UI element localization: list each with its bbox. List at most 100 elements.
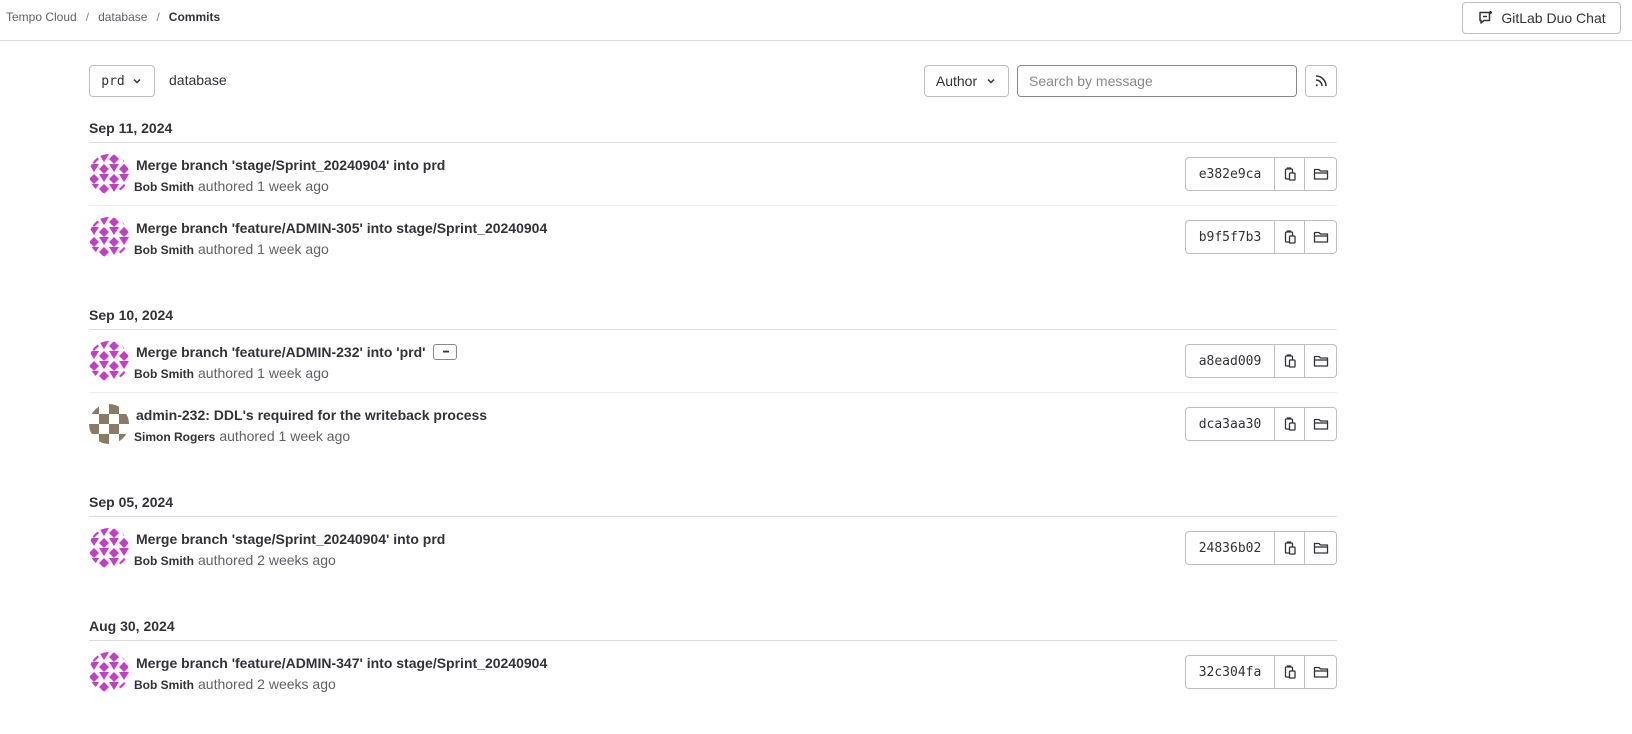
commit-date-header: Sep 05, 2024: [89, 486, 1337, 517]
browse-files-button[interactable]: [1305, 344, 1337, 378]
chevron-down-icon: [133, 78, 141, 84]
duo-chat-icon: [1479, 11, 1493, 24]
copy-to-clipboard-icon: [1284, 230, 1296, 244]
commit-author-link[interactable]: Bob Smith: [134, 243, 194, 257]
commit-authored-text: authored: [198, 178, 254, 194]
commit-title-link[interactable]: Merge branch 'feature/ADMIN-347' into st…: [136, 655, 547, 671]
commit-sha-button[interactable]: dca3aa30: [1185, 407, 1275, 441]
rss-icon: [1315, 75, 1327, 87]
commit-authored-text: authored: [198, 365, 254, 381]
copy-sha-button[interactable]: [1275, 407, 1305, 441]
commit-meta: Bob Smith authored 1 week ago: [134, 365, 329, 381]
commit-date-header: Aug 30, 2024: [89, 610, 1337, 641]
commit-author-link[interactable]: Bob Smith: [134, 367, 194, 381]
identicon-avatar-icon: [89, 528, 129, 568]
commit-author-link[interactable]: Bob Smith: [134, 678, 194, 692]
commit-author-link[interactable]: Bob Smith: [134, 554, 194, 568]
commit-meta: Bob Smith authored 1 week ago: [134, 241, 329, 257]
commit-sha-button[interactable]: 24836b02: [1185, 531, 1275, 565]
copy-sha-button[interactable]: [1275, 531, 1305, 565]
breadcrumb-separator: /: [85, 10, 90, 24]
commit-sha-group: e382e9ca: [1185, 157, 1337, 191]
commit-time: 2 weeks ago: [257, 676, 336, 692]
commit-authored-text: authored: [198, 552, 254, 568]
commit-sha-group: 32c304fa: [1185, 655, 1337, 689]
commit-meta: Bob Smith authored 2 weeks ago: [134, 552, 336, 568]
breadcrumb-item-repo[interactable]: database: [98, 10, 147, 24]
identicon-avatar-icon: [89, 341, 129, 381]
commit-title-link[interactable]: Merge branch 'stage/Sprint_20240904' int…: [136, 157, 445, 173]
browse-files-button[interactable]: [1305, 531, 1337, 565]
commit-title-link[interactable]: Merge branch 'stage/Sprint_20240904' int…: [136, 531, 445, 547]
ref-switcher-dropdown[interactable]: prd: [89, 65, 155, 97]
commit-time: 2 weeks ago: [257, 552, 336, 568]
commit-sha-group: dca3aa30: [1185, 407, 1337, 441]
top-bar: Tempo Cloud / database / Commits GitLab …: [0, 0, 1632, 41]
commit-sha-button[interactable]: b9f5f7b3: [1185, 220, 1275, 254]
copy-sha-button[interactable]: [1275, 157, 1305, 191]
commit-sha-group: b9f5f7b3: [1185, 220, 1337, 254]
commit-sha-button[interactable]: 32c304fa: [1185, 655, 1275, 689]
avatar[interactable]: [89, 341, 129, 381]
avatar[interactable]: [89, 217, 129, 257]
browse-files-button[interactable]: [1305, 655, 1337, 689]
commit-title-link[interactable]: Merge branch 'feature/ADMIN-232' into 'p…: [136, 344, 425, 360]
copy-sha-button[interactable]: [1275, 655, 1305, 689]
commit-date-header: Sep 11, 2024: [89, 112, 1337, 143]
chevron-down-icon: [987, 78, 995, 84]
commit-sha-button[interactable]: e382e9ca: [1185, 157, 1275, 191]
avatar[interactable]: [89, 528, 129, 568]
duo-chat-label: GitLab Duo Chat: [1501, 10, 1606, 26]
breadcrumb-item-project[interactable]: Tempo Cloud: [6, 10, 77, 24]
commit-time: 1 week ago: [278, 428, 351, 444]
breadcrumb-separator: /: [156, 10, 160, 24]
folder-icon: [1313, 666, 1328, 678]
folder-icon: [1313, 542, 1328, 554]
ellipsis-icon: ●●●: [442, 348, 449, 355]
commit-author-link[interactable]: Simon Rogers: [134, 430, 215, 444]
toggle-description-button[interactable]: ●●●: [433, 344, 458, 360]
copy-sha-button[interactable]: [1275, 220, 1305, 254]
browse-files-button[interactable]: [1305, 407, 1337, 441]
commit-row: Merge branch 'feature/ADMIN-305' into st…: [89, 206, 1337, 269]
commit-title-link[interactable]: Merge branch 'feature/ADMIN-305' into st…: [136, 220, 547, 236]
author-filter-label: Author: [935, 73, 978, 89]
commit-date-header: Sep 10, 2024: [89, 299, 1337, 330]
breadcrumb: Tempo Cloud / database / Commits: [6, 10, 220, 24]
commit-sha-group: a8ead009: [1185, 344, 1337, 378]
commit-row: Merge branch 'stage/Sprint_20240904' int…: [89, 143, 1337, 206]
copy-to-clipboard-icon: [1284, 665, 1296, 679]
commit-day-group: Sep 10, 2024 Merge branch 'feature/ADMIN…: [89, 299, 1337, 456]
commit-authored-text: authored: [219, 428, 275, 444]
duo-chat-button[interactable]: GitLab Duo Chat: [1462, 2, 1621, 34]
rss-feed-button[interactable]: [1305, 65, 1337, 97]
copy-to-clipboard-icon: [1284, 354, 1296, 368]
commit-meta: Bob Smith authored 1 week ago: [134, 178, 329, 194]
commit-row: admin-232: DDL's required for the writeb…: [89, 393, 1337, 456]
copy-to-clipboard-icon: [1284, 541, 1296, 555]
copy-sha-button[interactable]: [1275, 344, 1305, 378]
commit-row: Merge branch 'feature/ADMIN-232' into 'p…: [89, 330, 1337, 393]
commit-row: Merge branch 'stage/Sprint_20240904' int…: [89, 517, 1337, 580]
folder-icon: [1313, 168, 1328, 180]
avatar[interactable]: [89, 154, 129, 194]
avatar[interactable]: [89, 652, 129, 692]
avatar[interactable]: [89, 404, 129, 444]
browse-files-button[interactable]: [1305, 220, 1337, 254]
breadcrumb-current: Commits: [168, 10, 221, 24]
folder-icon: [1313, 418, 1328, 430]
commit-author-link[interactable]: Bob Smith: [134, 180, 194, 194]
browse-files-button[interactable]: [1305, 157, 1337, 191]
commit-time: 1 week ago: [257, 178, 329, 194]
commit-authored-text: authored: [198, 676, 254, 692]
commit-title-link[interactable]: admin-232: DDL's required for the writeb…: [136, 407, 487, 423]
commit-time: 1 week ago: [257, 241, 329, 257]
search-by-message-input[interactable]: [1017, 65, 1297, 97]
path-label[interactable]: database: [169, 72, 227, 88]
folder-icon: [1313, 355, 1328, 367]
commit-meta: Bob Smith authored 2 weeks ago: [134, 676, 336, 692]
copy-to-clipboard-icon: [1284, 167, 1296, 181]
commit-row: Merge branch 'feature/ADMIN-347' into st…: [89, 641, 1337, 704]
author-filter-dropdown[interactable]: Author: [924, 65, 1009, 97]
commit-sha-button[interactable]: a8ead009: [1185, 344, 1275, 378]
